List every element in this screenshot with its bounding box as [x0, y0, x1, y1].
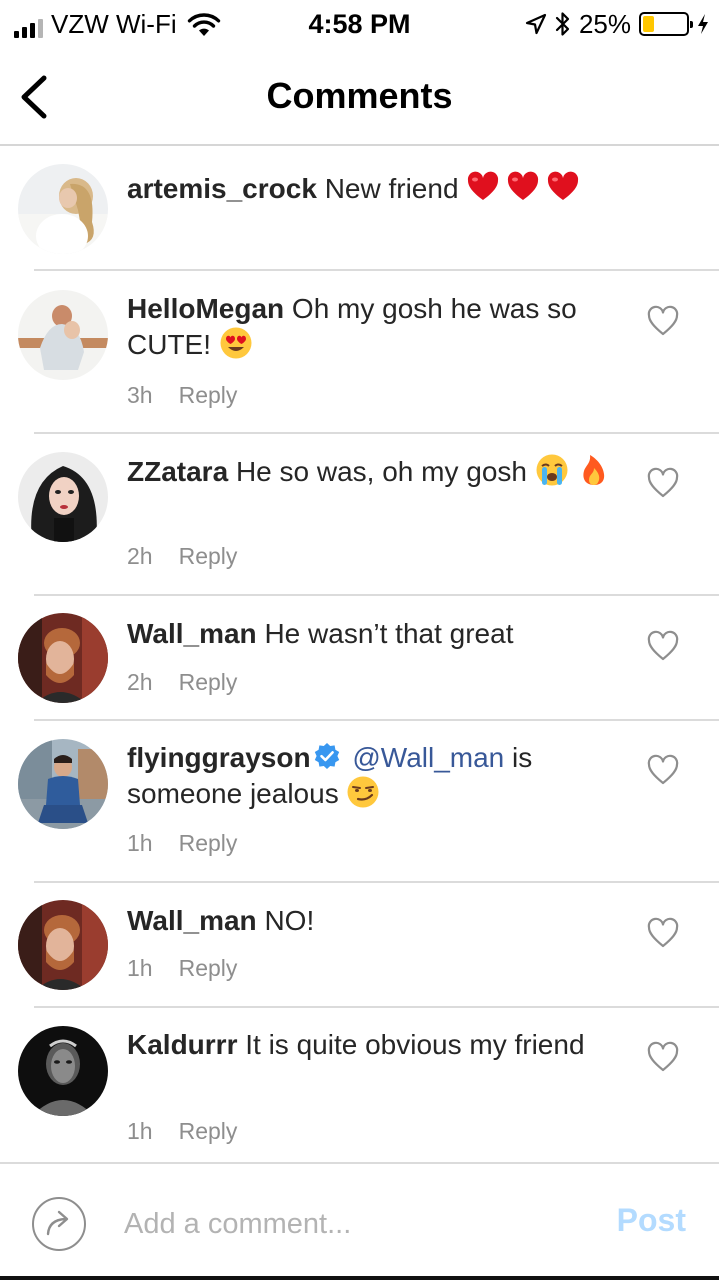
reply-button[interactable]: Reply: [179, 668, 238, 696]
comment-item: flyinggrayson @Wall_man is someone jealo…: [0, 721, 719, 881]
status-right: 25%: [525, 10, 709, 38]
comment-item: Wall_man He wasn’t that great 2h Reply: [0, 596, 719, 720]
like-heart-icon[interactable]: [646, 917, 680, 949]
timestamp: 1h: [127, 955, 153, 981]
battery-icon: [639, 12, 693, 36]
crying-face-emoji: [536, 454, 568, 486]
username[interactable]: flyinggrayson: [127, 742, 311, 773]
comment-body: He so was, oh my gosh: [235, 456, 527, 487]
like-heart-icon[interactable]: [646, 467, 680, 499]
battery-percent: 25%: [578, 9, 631, 39]
comment-item: Kaldurrr It is quite obvious my friend 1…: [0, 1008, 719, 1160]
bluetooth-icon: [555, 12, 570, 36]
comment-composer: Post: [0, 1162, 719, 1280]
location-icon: [525, 13, 547, 35]
comment-meta: 1h Reply: [127, 829, 237, 857]
comment-meta: 1h Reply: [127, 1117, 237, 1145]
timestamp: 1h: [127, 830, 153, 856]
avatar[interactable]: [18, 1026, 108, 1116]
username[interactable]: Wall_man: [127, 618, 257, 649]
share-button[interactable]: [31, 1196, 87, 1252]
reply-button[interactable]: Reply: [179, 381, 238, 409]
bottom-edge: [0, 1276, 719, 1280]
avatar[interactable]: [18, 452, 108, 542]
smirking-face-emoji: [347, 776, 379, 808]
username[interactable]: artemis_crock: [127, 173, 317, 204]
comment-meta: 1h Reply: [127, 954, 237, 982]
like-heart-icon[interactable]: [646, 1041, 680, 1073]
username[interactable]: ZZatara: [127, 456, 228, 487]
like-heart-icon[interactable]: [646, 754, 680, 786]
comment-input[interactable]: [124, 1202, 584, 1246]
username[interactable]: HelloMegan: [127, 293, 284, 324]
comment-item: Wall_man NO! 1h Reply: [0, 883, 719, 1007]
reply-button[interactable]: Reply: [179, 954, 238, 982]
share-arrow-icon: [32, 1197, 86, 1251]
caption: artemis_crock New friend: [0, 148, 719, 270]
timestamp: 2h: [127, 669, 153, 695]
reply-button[interactable]: Reply: [179, 542, 238, 570]
username[interactable]: Wall_man: [127, 905, 257, 936]
comment-text: Wall_man He wasn’t that great: [127, 616, 627, 651]
comment-body: He wasn’t that great: [264, 618, 514, 649]
username[interactable]: Kaldurrr: [127, 1029, 237, 1060]
reply-button[interactable]: Reply: [179, 829, 238, 857]
comment-body: It is quite obvious my friend: [245, 1029, 585, 1060]
heart-eyes-emoji: [220, 327, 252, 359]
comment-body: NO!: [264, 905, 315, 936]
like-heart-icon[interactable]: [646, 305, 680, 337]
comment-meta: 3h Reply: [127, 381, 237, 409]
status-bar: VZW Wi-Fi 4:58 PM 25%: [0, 0, 719, 48]
comment-text: HelloMegan Oh my gosh he was so CUTE!: [127, 291, 627, 362]
avatar[interactable]: [18, 739, 108, 829]
comment-item: HelloMegan Oh my gosh he was so CUTE! 3h…: [0, 271, 719, 431]
red-heart-emoji: [508, 171, 539, 200]
avatar[interactable]: [18, 613, 108, 703]
comment-meta: 2h Reply: [127, 668, 237, 696]
red-heart-emoji: [548, 171, 579, 200]
nav-bar: Comments: [0, 48, 719, 146]
comment-text: Kaldurrr It is quite obvious my friend: [127, 1027, 627, 1062]
timestamp: 2h: [127, 543, 153, 569]
red-heart-emoji: [468, 171, 499, 200]
avatar[interactable]: [18, 900, 108, 990]
comment-meta: 2h Reply: [127, 542, 237, 570]
timestamp: 1h: [127, 1118, 153, 1144]
avatar[interactable]: [18, 164, 108, 254]
comment-text: Wall_man NO!: [127, 903, 627, 938]
avatar[interactable]: [18, 290, 108, 380]
reply-button[interactable]: Reply: [179, 1117, 238, 1145]
like-heart-icon[interactable]: [646, 630, 680, 662]
comment-text: flyinggrayson @Wall_man is someone jealo…: [127, 740, 627, 811]
fire-emoji: [582, 455, 604, 485]
comment-text: ZZatara He so was, oh my gosh: [127, 453, 627, 489]
mention-link[interactable]: @Wall_man: [352, 742, 504, 773]
comment-item: ZZatara He so was, oh my gosh 2h Reply: [0, 434, 719, 594]
timestamp: 3h: [127, 382, 153, 408]
page-title: Comments: [266, 75, 453, 116]
verified-badge-icon: [314, 743, 339, 769]
caption-text: artemis_crock New friend: [127, 170, 627, 206]
post-button[interactable]: Post: [617, 1200, 686, 1240]
caption-body: New friend: [324, 173, 459, 204]
charging-icon: [698, 14, 708, 34]
